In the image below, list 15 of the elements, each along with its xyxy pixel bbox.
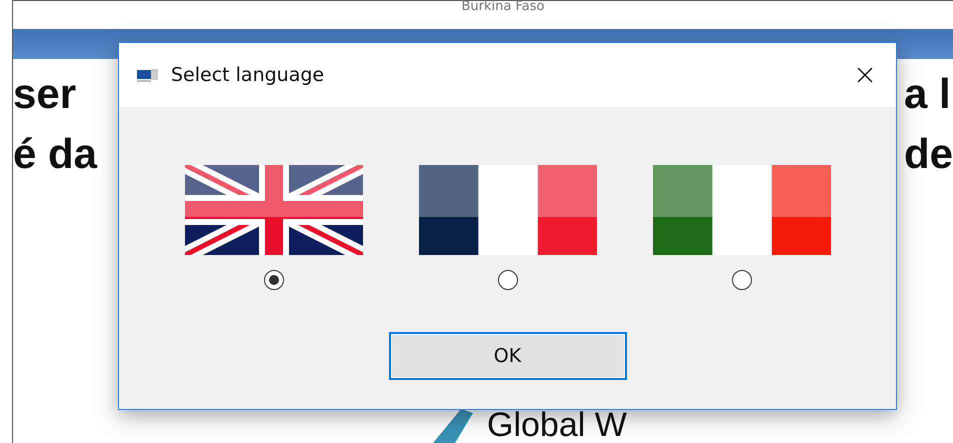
body-text: ser [13, 69, 78, 119]
page-title: Burkina Faso [460, 1, 546, 15]
body-text: é da [13, 129, 98, 179]
france-flag-icon [418, 165, 596, 255]
body-text: a l [904, 69, 952, 119]
app-icon [137, 67, 159, 83]
radio-button[interactable] [264, 270, 284, 290]
uk-flag-icon [184, 165, 362, 255]
window-title: Select language [171, 64, 326, 86]
radio-button[interactable] [498, 270, 518, 290]
radio-button[interactable] [732, 270, 752, 290]
logo-text: Global W [487, 407, 627, 443]
body-text: de [904, 129, 953, 179]
ok-button[interactable]: OK [388, 332, 626, 380]
italy-flag-icon [652, 165, 830, 255]
